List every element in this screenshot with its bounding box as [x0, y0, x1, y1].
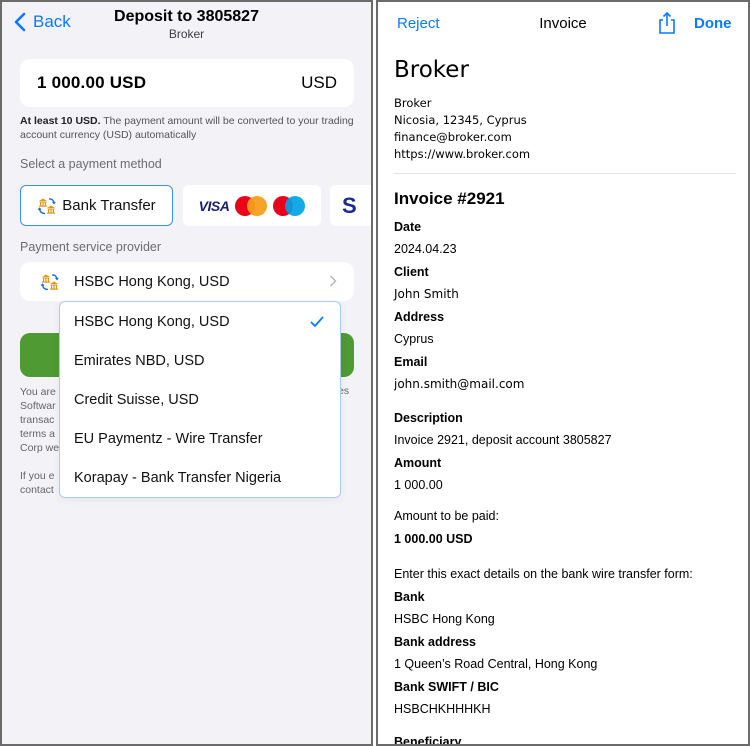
date-label: Date	[394, 220, 422, 234]
method-label: Bank Transfer	[62, 197, 156, 214]
description-value: Invoice 2921, deposit account 3805827	[394, 433, 612, 447]
option-label: Credit Suisse, USD	[74, 391, 199, 408]
skrill-icon: S	[342, 192, 357, 218]
invoice-document: Broker Broker Nicosia, 12345, Cyprus fin…	[394, 57, 736, 746]
bank-address-label: Bank address	[394, 635, 476, 649]
amount-hint-min: At least 10 USD.	[20, 115, 101, 127]
company-website: https://www.broker.com	[394, 147, 531, 161]
amount-value: 1 000.00 USD	[37, 73, 147, 92]
dropdown-option-korapay[interactable]: Korapay - Bank Transfer Nigeria	[60, 459, 340, 498]
amount-to-pay-value: 1 000.00 USD	[394, 532, 473, 546]
client-label: Client	[394, 265, 429, 279]
amount-label: Amount	[394, 456, 442, 470]
checkmark-icon	[310, 316, 324, 327]
deposit-screen: Back Deposit to 3805827 Broker 1 000.00 …	[0, 0, 373, 746]
beneficiary-label: Beneficiary	[394, 735, 462, 746]
bank-label: Bank	[394, 590, 425, 604]
company-line: Broker	[394, 96, 432, 110]
invoice-nav-title: Invoice	[539, 15, 587, 32]
method-card[interactable]: VISA	[183, 185, 321, 226]
done-button[interactable]: Done	[694, 15, 732, 32]
chevron-right-icon	[330, 275, 337, 287]
share-icon[interactable]	[657, 11, 677, 35]
option-label: Korapay - Bank Transfer Nigeria	[74, 470, 282, 487]
amount-hint: At least 10 USD. The payment amount will…	[20, 114, 360, 142]
company-address: Nicosia, 12345, Cyprus	[394, 113, 527, 127]
provider-selector[interactable]: HSBC Hong Kong, USD	[20, 262, 354, 301]
provider-value: HSBC Hong Kong, USD	[74, 273, 230, 290]
page-subtitle: Broker	[168, 27, 205, 41]
description-label: Description	[394, 411, 463, 425]
address-value: Cyprus	[394, 332, 434, 346]
company-email: finance@broker.com	[394, 130, 512, 144]
provider-label: Payment service provider	[20, 240, 162, 254]
bank-address-value: 1 Queen’s Road Central, Hong Kong	[394, 657, 598, 671]
address-label: Address	[394, 310, 445, 324]
dropdown-option-credit-suisse[interactable]: Credit Suisse, USD	[60, 380, 340, 419]
dropdown-option-emirates[interactable]: Emirates NBD, USD	[60, 341, 340, 380]
wire-instructions: Enter this exact details on the bank wir…	[394, 567, 693, 581]
amount-input[interactable]: 1 000.00 USD USD	[20, 59, 354, 107]
invoice-title: Invoice #2921	[394, 189, 505, 208]
page-title: Deposit to 3805827	[114, 8, 259, 25]
visa-icon: VISA	[198, 197, 230, 214]
invoice-screen: Reject Invoice Done Broker Broker Nicosi…	[376, 0, 750, 746]
method-bank-transfer[interactable]: Bank Transfer	[20, 185, 173, 226]
mastercard-icon	[235, 195, 268, 216]
company-name: Broker	[394, 57, 469, 83]
option-label: EU Paymentz - Wire Transfer	[74, 431, 263, 448]
email-value: john.smith@mail.com	[394, 377, 525, 391]
payment-method-label: Select a payment method	[20, 157, 162, 171]
bank-transfer-icon	[40, 273, 59, 290]
email-label: Email	[394, 355, 428, 369]
dropdown-option-hsbc[interactable]: HSBC Hong Kong, USD	[60, 302, 340, 341]
bank-value: HSBC Hong Kong	[394, 612, 495, 626]
maestro-icon	[273, 195, 306, 216]
client-value: John Smith	[394, 287, 459, 301]
dropdown-option-eu-paymentz[interactable]: EU Paymentz - Wire Transfer	[60, 420, 340, 459]
option-label: HSBC Hong Kong, USD	[74, 313, 230, 330]
date-value: 2024.04.23	[394, 242, 457, 256]
swift-value: HSBCHKHHHKH	[394, 702, 491, 716]
provider-dropdown: HSBC Hong Kong, USD Emirates NBD, USD Cr…	[59, 301, 341, 498]
method-skrill[interactable]: S	[330, 185, 371, 226]
divider	[394, 173, 736, 174]
bank-transfer-icon	[38, 197, 56, 214]
option-label: Emirates NBD, USD	[74, 352, 205, 369]
amount-value: 1 000.00	[394, 478, 443, 492]
swift-label: Bank SWIFT / BIC	[394, 680, 499, 694]
amount-to-pay-label: Amount to be paid:	[394, 509, 499, 523]
currency-selector[interactable]: USD	[301, 73, 337, 93]
